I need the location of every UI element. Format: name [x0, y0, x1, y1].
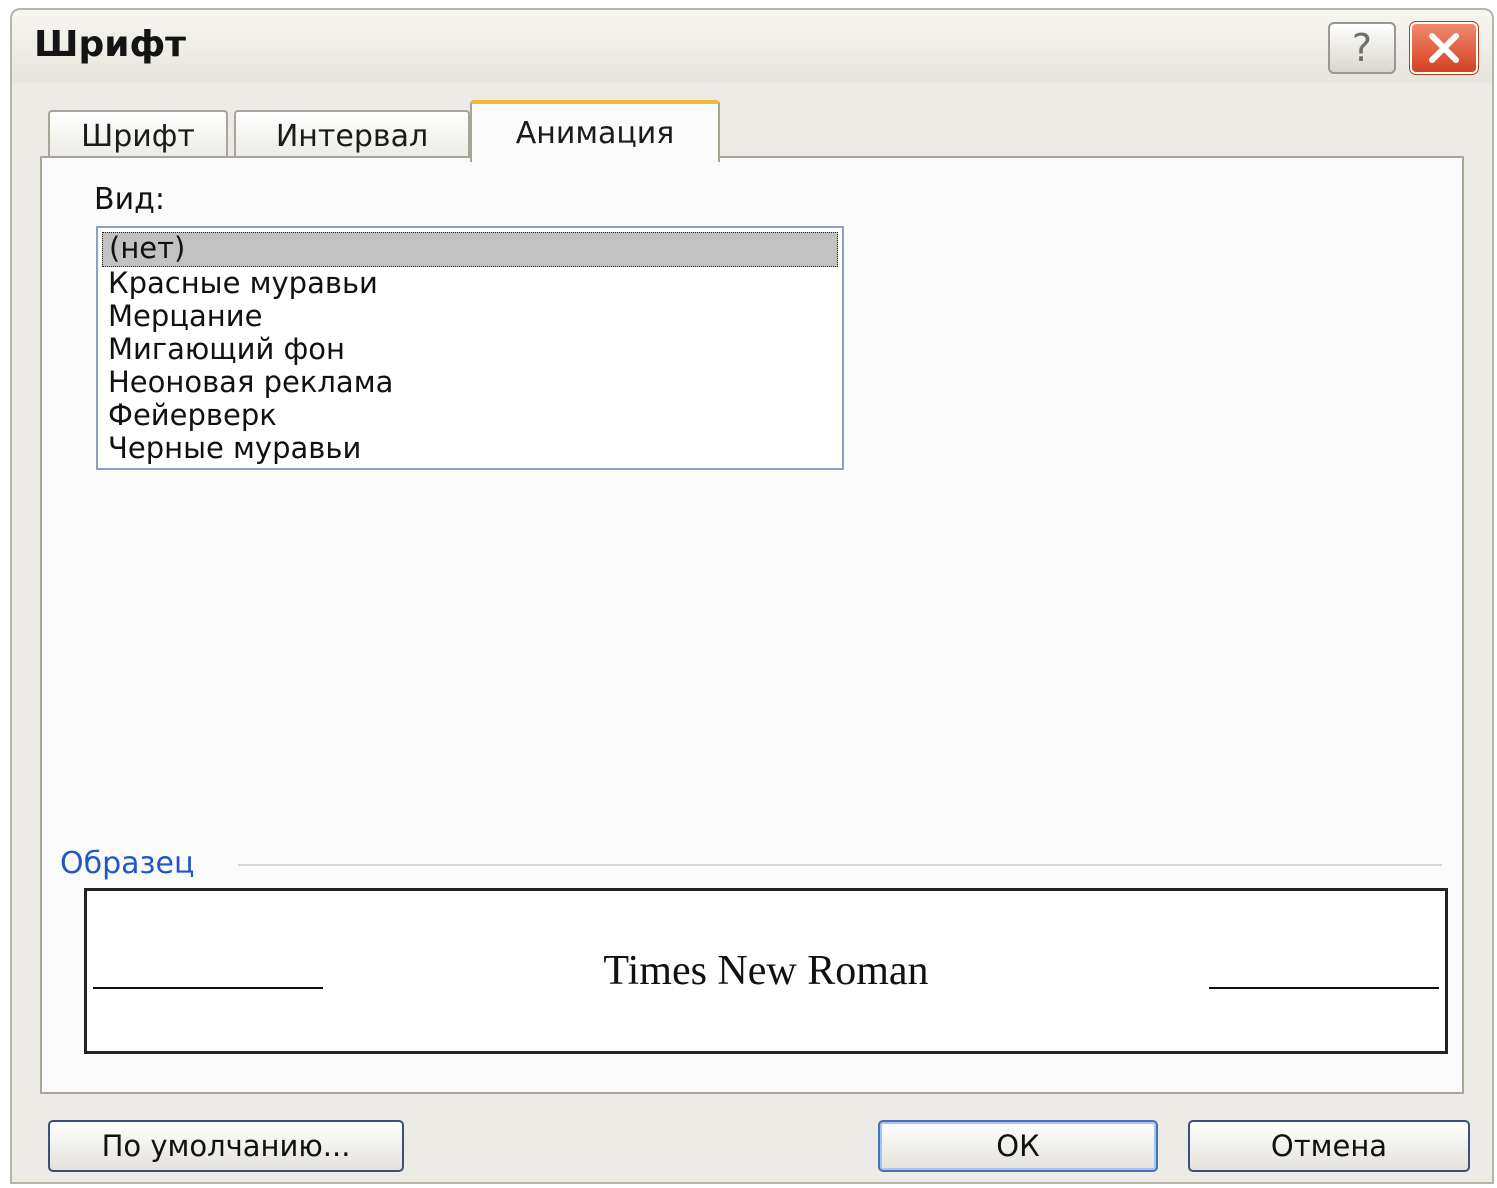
animation-panel: Вид: (нет) Красные муравьи Мерцание Мига… — [40, 156, 1464, 1094]
list-item[interactable]: Фейерверк — [102, 399, 838, 432]
dialog-title: Шрифт — [34, 24, 187, 65]
close-icon — [1429, 33, 1459, 63]
list-item[interactable]: Мигающий фон — [102, 333, 838, 366]
sample-legend: Образец — [60, 846, 209, 881]
help-button[interactable]: ? — [1328, 22, 1396, 74]
ok-button-label: ОК — [996, 1129, 1040, 1163]
kind-label: Вид: — [94, 182, 165, 217]
sample-divider — [238, 864, 1442, 866]
ok-button[interactable]: ОК — [878, 1120, 1158, 1172]
default-button[interactable]: По умолчанию... — [48, 1120, 404, 1172]
cancel-button[interactable]: Отмена — [1188, 1120, 1470, 1172]
tab-animation[interactable]: Анимация — [470, 100, 720, 162]
help-icon: ? — [1351, 26, 1373, 70]
tab-interval-label: Интервал — [275, 118, 429, 154]
list-item[interactable]: Черные муравьи — [102, 432, 838, 465]
tab-animation-label: Анимация — [515, 115, 675, 151]
tab-font-label: Шрифт — [81, 118, 195, 154]
default-button-label: По умолчанию... — [101, 1129, 351, 1163]
list-item[interactable]: Неоновая реклама — [102, 366, 838, 399]
list-item[interactable]: (нет) — [102, 232, 838, 267]
animation-listbox[interactable]: (нет) Красные муравьи Мерцание Мигающий … — [96, 226, 844, 470]
title-bar[interactable]: Шрифт ? — [12, 10, 1492, 82]
cancel-button-label: Отмена — [1270, 1129, 1388, 1163]
list-item[interactable]: Мерцание — [102, 300, 838, 333]
sample-preview: Times New Roman — [84, 888, 1448, 1054]
close-button[interactable] — [1409, 21, 1479, 75]
list-item[interactable]: Красные муравьи — [102, 267, 838, 300]
tab-font[interactable]: Шрифт — [48, 110, 228, 160]
tab-interval[interactable]: Интервал — [234, 110, 470, 160]
sample-rule-right — [1209, 987, 1439, 989]
font-dialog: Шрифт ? Шрифт Интервал Анимация Вид: (не… — [10, 8, 1494, 1184]
